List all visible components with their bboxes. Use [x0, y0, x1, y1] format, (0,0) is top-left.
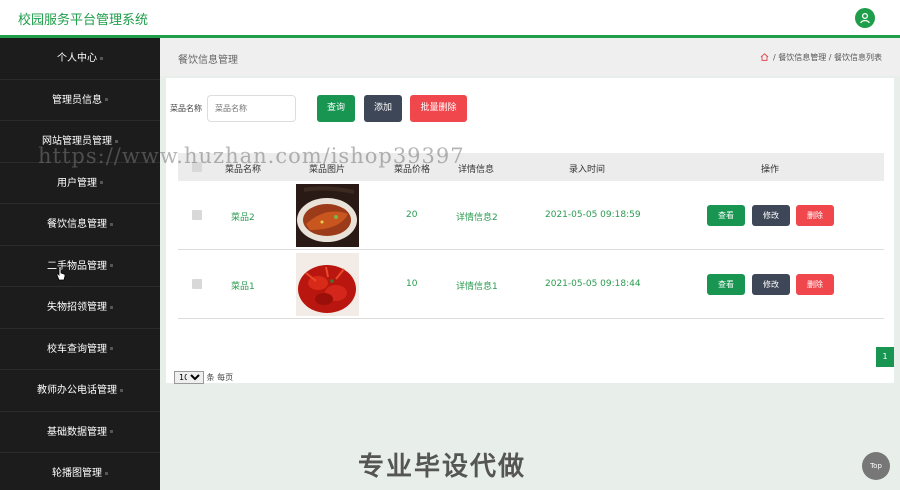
breadcrumb-sep: / — [772, 53, 776, 62]
sidebar-item-label: 教师办公电话管理 — [37, 385, 117, 396]
sidebar-bullet-icon — [110, 305, 113, 309]
sidebar-item-users[interactable]: 用户管理 — [0, 163, 160, 204]
dish-image — [296, 253, 359, 316]
app-title: 校园服务平台管理系统 — [18, 13, 149, 28]
delete-button[interactable]: 删除 — [796, 205, 834, 226]
edit-button[interactable]: 修改 — [752, 274, 790, 295]
sidebar-item-catering[interactable]: 餐饮信息管理 — [0, 204, 160, 246]
entry-time: 2021-05-05 09:18:59 — [545, 210, 641, 220]
sidebar-item-label: 校车查询管理 — [47, 343, 107, 355]
sidebar: 个人中心 管理员信息 网站管理员管理 用户管理 餐饮信息管理 二手物品管理 失物… — [0, 38, 160, 490]
page-title: 餐饮信息管理 — [178, 55, 238, 66]
breadcrumb-sep: / — [828, 53, 832, 62]
sidebar-item-label: 失物招领管理 — [47, 302, 107, 313]
row-checkbox[interactable] — [192, 210, 202, 220]
back-to-top-button[interactable]: Top — [862, 452, 890, 480]
sidebar-bullet-icon — [105, 98, 108, 101]
sidebar-bullet-icon — [105, 471, 108, 475]
sidebar-bullet-icon — [110, 264, 113, 267]
sidebar-item-shuttle[interactable]: 校车查询管理 — [0, 329, 160, 370]
watermark-url: https://www.huzhan.com/ishop39397 — [38, 144, 465, 168]
batch-delete-button[interactable]: 批量删除 — [410, 95, 467, 122]
sidebar-item-label: 管理员信息 — [52, 94, 102, 106]
sidebar-item-label: 个人中心 — [57, 53, 97, 64]
sidebar-item-second-hand[interactable]: 二手物品管理 — [0, 246, 160, 287]
sidebar-bullet-icon — [110, 347, 113, 350]
add-button[interactable]: 添加 — [364, 95, 402, 122]
sidebar-item-label: 餐饮信息管理 — [47, 219, 107, 230]
dish-price: 20 — [406, 210, 418, 220]
watermark-text: 专业毕设代做 — [358, 452, 527, 482]
sidebar-item-label: 用户管理 — [57, 177, 97, 189]
hand-cursor-icon — [56, 266, 66, 281]
page-size-control: 10 条 每页 — [174, 371, 233, 384]
dish-photo-crayfish — [296, 253, 359, 316]
table-row: 菜品1 10 详情信息1 2021-05-05 09:18:44 查看 修改 删… — [178, 250, 884, 319]
sidebar-item-carousel[interactable]: 轮播图管理 — [0, 453, 160, 490]
home-icon[interactable] — [760, 53, 769, 61]
dish-name: 菜品2 — [231, 213, 255, 223]
user-glyph-icon — [860, 12, 870, 24]
top-bar: 校园服务平台管理系统 — [0, 0, 900, 38]
edit-button[interactable]: 修改 — [752, 205, 790, 226]
sidebar-item-label: 基础数据管理 — [47, 426, 107, 438]
query-button[interactable]: 查询 — [317, 95, 355, 122]
sidebar-bullet-icon — [110, 430, 113, 433]
main-content: 餐饮信息管理 / 餐饮信息管理 / 餐饮信息列表 菜品名称 查询 添加 批量删除… — [160, 38, 900, 490]
user-icon[interactable] — [855, 8, 875, 28]
view-button[interactable]: 查看 — [707, 274, 745, 295]
sidebar-bullet-icon — [115, 139, 118, 143]
page-size-suffix: 条 每页 — [206, 373, 234, 382]
dish-detail: 详情信息2 — [456, 213, 498, 223]
breadcrumb: / 餐饮信息管理 / 餐饮信息列表 — [760, 52, 882, 63]
sidebar-item-lost-found[interactable]: 失物招领管理 — [0, 287, 160, 329]
sidebar-item-teacher-phone[interactable]: 教师办公电话管理 — [0, 370, 160, 412]
title-bar: 餐饮信息管理 / 餐饮信息管理 / 餐饮信息列表 — [160, 38, 900, 76]
sidebar-bullet-icon — [100, 181, 103, 184]
data-table: 菜品名称 菜品图片 菜品价格 详情信息 录入时间 操作 菜品2 20 详情信息2… — [178, 153, 884, 319]
table-row: 菜品2 20 详情信息2 2021-05-05 09:18:59 查看 修改 删… — [178, 181, 884, 250]
search-input[interactable] — [207, 95, 296, 122]
dish-name: 菜品1 — [231, 282, 255, 292]
breadcrumb-level1[interactable]: 餐饮信息管理 — [778, 53, 826, 62]
search-label: 菜品名称 — [170, 104, 202, 113]
list-panel: 菜品名称 查询 添加 批量删除 菜品名称 菜品图片 菜品价格 详情信息 录入时间… — [166, 78, 894, 384]
dish-photo-fish — [296, 184, 359, 247]
dish-price: 10 — [406, 279, 418, 289]
dish-image — [296, 184, 359, 247]
sidebar-item-admin-info[interactable]: 管理员信息 — [0, 80, 160, 121]
view-button[interactable]: 查看 — [707, 205, 745, 226]
sidebar-bullet-icon — [110, 222, 113, 226]
page-size-select[interactable]: 10 — [174, 371, 204, 384]
delete-button[interactable]: 删除 — [796, 274, 834, 295]
breadcrumb-level2: 餐饮信息列表 — [834, 53, 882, 62]
column-header: 录入时间 — [569, 165, 606, 175]
entry-time: 2021-05-05 09:18:44 — [545, 279, 641, 289]
sidebar-bullet-icon — [100, 56, 103, 60]
dish-detail: 详情信息1 — [456, 282, 498, 292]
sidebar-item-base-data[interactable]: 基础数据管理 — [0, 412, 160, 453]
column-header: 操作 — [761, 165, 780, 175]
sidebar-item-personal-center[interactable]: 个人中心 — [0, 38, 160, 80]
sidebar-bullet-icon — [120, 388, 123, 392]
row-checkbox[interactable] — [192, 279, 202, 289]
sidebar-item-label: 轮播图管理 — [52, 468, 102, 479]
page-number-button[interactable]: 1 — [876, 347, 894, 367]
